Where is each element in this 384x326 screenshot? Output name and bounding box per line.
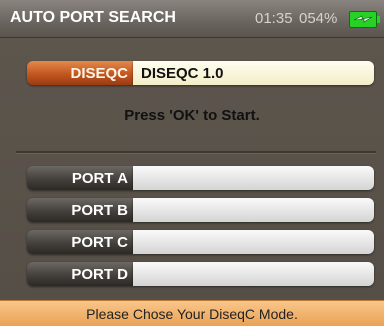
port-d-result-bar — [133, 262, 374, 286]
port-a-label-text: PORT A — [71, 170, 128, 187]
diseqc-label-text: DISEQC — [70, 65, 128, 82]
divider — [16, 151, 376, 154]
footer-hint-text: Please Chose Your DiseqC Mode. — [86, 306, 298, 322]
battery-charging-icon — [349, 11, 380, 28]
port-c-label-text: PORT C — [71, 234, 128, 251]
port-b-label-text: PORT B — [71, 202, 128, 219]
port-b-result-bar — [133, 198, 374, 222]
port-d-label: PORT D — [27, 262, 133, 286]
page-title: AUTO PORT SEARCH — [10, 9, 176, 26]
port-c-result-bar — [133, 230, 374, 254]
instruction-text: Press 'OK' to Start. — [124, 107, 260, 124]
diseqc-mode-field[interactable]: DISEQC 1.0 — [133, 61, 374, 85]
port-a-label: PORT A — [27, 166, 133, 190]
port-b-label: PORT B — [27, 198, 133, 222]
battery-percent: 054% — [299, 10, 338, 27]
clock-time: 01:35 — [255, 10, 293, 27]
diseqc-label[interactable]: DISEQC — [27, 61, 133, 85]
port-d-label-text: PORT D — [71, 266, 128, 283]
port-c-label: PORT C — [27, 230, 133, 254]
diseqc-mode-value: DISEQC 1.0 — [141, 65, 224, 82]
port-a-result-bar — [133, 166, 374, 190]
footer-hint-bar: Please Chose Your DiseqC Mode. — [0, 300, 384, 326]
screen: AUTO PORT SEARCH 01:35 054% DISEQC DISEQ… — [0, 0, 384, 326]
header-bar: AUTO PORT SEARCH 01:35 054% — [0, 0, 384, 38]
